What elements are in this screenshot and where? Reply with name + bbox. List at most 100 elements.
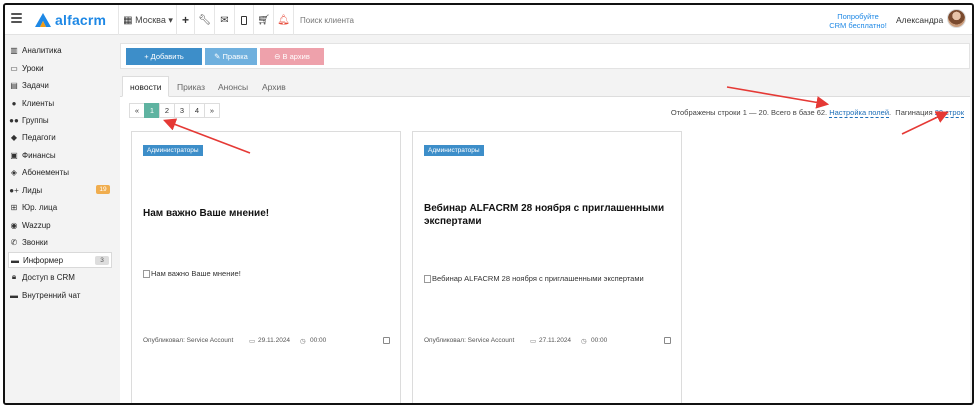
mail-icon[interactable]: ✉ [215, 5, 234, 35]
sidebar-item-clients[interactable]: ● Клиенты [8, 95, 112, 111]
news-time: 00:00 [591, 337, 608, 344]
informer-icon: ▬ [11, 255, 19, 265]
sidebar-item-label: Внутренний чат [22, 290, 81, 300]
leads-count-badge: 19 [96, 185, 110, 194]
sidebar-item-label: Уроки [22, 63, 44, 73]
page-1[interactable]: 1 [144, 103, 160, 118]
search-input[interactable] [300, 14, 420, 26]
sidebar-item-label: Аналитика [22, 45, 62, 55]
main-content: + Добавить ✎ Правка ⊖ В архив новости Пр… [120, 35, 970, 403]
mobile-icon[interactable] [235, 5, 253, 35]
wrench-icon[interactable]: 🔧︎ [195, 5, 214, 35]
calendar-icon: ▭ [530, 338, 537, 345]
bell-icon[interactable]: 🔔︎ [274, 5, 293, 35]
city-label: Москва ▾ [135, 14, 173, 25]
sidebar-item-label: Звонки [22, 237, 48, 247]
sidebar-item-informer[interactable]: ▬ Информер 3 [8, 252, 112, 268]
sidebar-item-groups[interactable]: ●● Группы [8, 112, 112, 128]
sidebar-item-wazzup[interactable]: ◉ Wazzup [8, 217, 112, 233]
sidebar-item-leads[interactable]: ●+ Лиды 19 [8, 182, 112, 198]
city-selector[interactable]: ▦ Москва ▾ [123, 5, 173, 35]
user-icon: ● [11, 98, 17, 108]
page-size-link[interactable]: 20 строк [934, 108, 964, 118]
news-image: Вебинар ALFACRM 28 ноября с приглашенным… [424, 274, 644, 283]
graduation-cap-icon: ◆ [10, 132, 18, 142]
add-button[interactable]: + Добавить [126, 48, 202, 65]
sidebar-item-internal-chat[interactable]: ▬ Внутренний чат [8, 287, 112, 303]
sidebar-item-label: Лиды [22, 185, 43, 195]
page-prev[interactable]: « [129, 103, 145, 118]
top-bar: alfacrm ▦ Москва ▾ + 🔧︎ ✉ 🛒︎ 🔔︎ Попробуй… [5, 5, 972, 35]
divider [118, 5, 119, 35]
lock-icon: 🔒︎ [11, 272, 17, 281]
promo-line-1: Попробуйте [837, 12, 879, 21]
edit-button[interactable]: ✎ Правка [205, 48, 257, 65]
menu-icon[interactable] [11, 13, 22, 24]
pagination: « 1 2 3 4 » [129, 103, 220, 118]
logo-mark-icon [35, 13, 51, 27]
news-author: Опубликовал: Service Account [424, 337, 515, 344]
rows-info: Отображены строки 1 — 20. Всего в базе 6… [670, 108, 964, 118]
tab-orders[interactable]: Приказ [170, 76, 212, 97]
tasks-icon: ▤ [10, 80, 18, 90]
sidebar-item-label: Группы [22, 115, 49, 125]
news-image: Нам важно Ваше мнение! [143, 269, 241, 278]
news-card[interactable]: Администраторы Вебинар ALFACRM 28 ноября… [412, 131, 682, 403]
sidebar-item-label: Wazzup [22, 220, 51, 230]
news-title: Нам важно Ваше мнение! [143, 208, 270, 219]
users-icon: ●● [9, 115, 19, 125]
tab-announcements[interactable]: Анонсы [211, 76, 255, 97]
sidebar-item-finance[interactable]: ▣ Финансы [8, 147, 112, 163]
tabs: новости Приказ Анонсы Архив [120, 73, 970, 97]
sidebar-item-analytics[interactable]: ▥ Аналитика [8, 42, 112, 58]
news-date: 27.11.2024 [539, 337, 572, 344]
news-card[interactable]: Администраторы Нам важно Ваше мнение! На… [131, 131, 401, 403]
page-next[interactable]: » [204, 103, 220, 118]
avatar[interactable] [947, 9, 966, 28]
news-image-alt: Нам важно Ваше мнение! [151, 269, 241, 278]
plus-icon[interactable]: + [177, 5, 194, 35]
archive-button[interactable]: ⊖ В архив [260, 48, 324, 65]
tab-archive[interactable]: Архив [255, 76, 293, 97]
sidebar-item-label: Клиенты [22, 98, 55, 108]
tab-news[interactable]: новости [122, 76, 170, 97]
whatsapp-icon: ◉ [10, 220, 18, 230]
app-window: alfacrm ▦ Москва ▾ + 🔧︎ ✉ 🛒︎ 🔔︎ Попробуй… [3, 3, 974, 405]
action-bar: + Добавить ✎ Правка ⊖ В архив [120, 43, 970, 69]
user-plus-icon: ●+ [9, 185, 19, 195]
sidebar-item-crm-access[interactable]: 🔒︎ Доступ в CRM [8, 269, 112, 285]
sidebar-item-label: Юр. лица [22, 202, 58, 212]
sidebar-item-calls[interactable]: ✆ Звонки [8, 234, 112, 250]
select-checkbox[interactable] [664, 337, 671, 344]
sidebar-item-subscriptions[interactable]: ◈ Абонементы [8, 164, 112, 180]
sidebar: ▥ Аналитика ▭ Уроки ▤ Задачи ● Клиенты ●● Гру… [5, 35, 116, 403]
field-settings-link[interactable]: Настройка полей [829, 108, 890, 118]
promo-link[interactable]: Попробуйте CRM бесплатно! [823, 12, 893, 30]
sidebar-item-legal-entities[interactable]: ⊞ Юр. лица [8, 199, 112, 215]
sidebar-item-label: Педагоги [22, 132, 56, 142]
clock-icon: ◷ [581, 338, 587, 345]
phone-icon: ✆ [10, 237, 18, 247]
category-tag[interactable]: Администраторы [424, 145, 484, 156]
news-title: Вебинар ALFACRM 28 ноября с приглашенным… [424, 203, 665, 227]
sidebar-item-label: Информер [23, 255, 64, 265]
page-2[interactable]: 2 [159, 103, 175, 118]
page-4[interactable]: 4 [189, 103, 205, 118]
sidebar-item-tasks[interactable]: ▤ Задачи [8, 77, 112, 93]
sidebar-item-label: Финансы [22, 150, 56, 160]
news-date: 29.11.2024 [258, 337, 291, 344]
sidebar-item-lessons[interactable]: ▭ Уроки [8, 60, 112, 76]
clock-icon: ◷ [300, 338, 306, 345]
logo[interactable]: alfacrm [35, 11, 106, 29]
category-tag[interactable]: Администраторы [143, 145, 203, 156]
promo-line-2: CRM бесплатно! [829, 21, 887, 30]
page-3[interactable]: 3 [174, 103, 190, 118]
news-meta: Опубликовал: Service Account ▭ 27.11.202… [424, 337, 671, 347]
cart-icon[interactable]: 🛒︎ [254, 5, 273, 35]
broken-image-icon [424, 274, 431, 283]
divider [293, 5, 294, 35]
user-name[interactable]: Александра [896, 15, 943, 25]
sidebar-item-teachers[interactable]: ◆ Педагоги [8, 129, 112, 145]
select-checkbox[interactable] [383, 337, 390, 344]
chat-icon: ▬ [10, 290, 18, 300]
